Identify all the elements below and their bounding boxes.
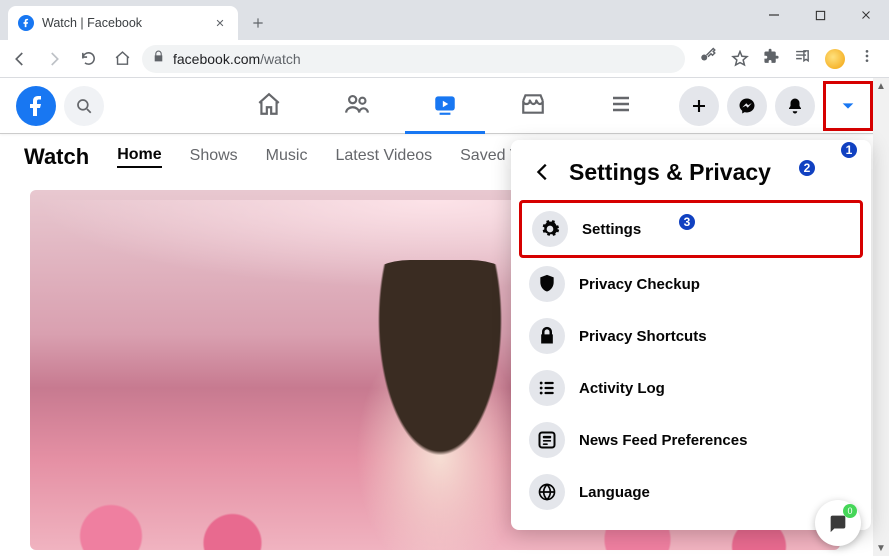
facebook-right-actions: [679, 81, 873, 131]
reload-button[interactable]: [74, 45, 102, 73]
facebook-favicon: [18, 15, 34, 31]
settings-privacy-panel: Settings & Privacy Settings Privacy Chec…: [511, 140, 871, 530]
extensions-icon[interactable]: [763, 48, 780, 70]
menu-item-language[interactable]: Language: [519, 466, 863, 518]
scroll-up-icon[interactable]: ▲: [876, 78, 886, 94]
nav-watch-icon[interactable]: [405, 78, 485, 134]
gear-icon: [532, 211, 568, 247]
menu-item-privacy-checkup[interactable]: Privacy Checkup: [519, 258, 863, 310]
facebook-header: [0, 78, 889, 134]
browser-tab[interactable]: Watch | Facebook: [8, 6, 238, 40]
lock-icon: [529, 318, 565, 354]
panel-back-button[interactable]: [529, 158, 557, 186]
address-bar[interactable]: facebook.com/watch: [142, 45, 685, 73]
home-button[interactable]: [108, 45, 136, 73]
scroll-down-icon[interactable]: ▼: [876, 540, 886, 556]
watch-tab-latest[interactable]: Latest Videos: [335, 147, 432, 167]
lock-icon: [152, 50, 165, 68]
facebook-logo[interactable]: [16, 86, 56, 126]
menu-item-label: News Feed Preferences: [579, 432, 747, 449]
feed-icon: [529, 422, 565, 458]
watch-tab-shows[interactable]: Shows: [190, 147, 238, 167]
window-controls: [751, 0, 889, 40]
browser-toolbar: facebook.com/watch: [0, 40, 889, 78]
close-icon[interactable]: [212, 15, 228, 31]
watch-tab-home[interactable]: Home: [117, 146, 161, 168]
maximize-button[interactable]: [797, 0, 843, 30]
key-icon[interactable]: [699, 47, 717, 70]
menu-item-label: Privacy Shortcuts: [579, 328, 707, 345]
forward-button[interactable]: [40, 45, 68, 73]
callout-badge-2: 2: [797, 158, 817, 178]
notifications-button[interactable]: [775, 86, 815, 126]
menu-item-privacy-shortcuts[interactable]: Privacy Shortcuts: [519, 310, 863, 362]
close-window-button[interactable]: [843, 0, 889, 30]
watch-title: Watch: [24, 144, 89, 170]
menu-item-activity-log[interactable]: Activity Log: [519, 362, 863, 414]
chat-bubble[interactable]: 0: [815, 500, 861, 546]
back-button[interactable]: [6, 45, 34, 73]
new-tab-button[interactable]: [244, 9, 272, 37]
facebook-center-nav: [229, 78, 661, 134]
menu-item-label: Privacy Checkup: [579, 276, 700, 293]
url-text: facebook.com/watch: [173, 51, 301, 67]
watch-tab-music[interactable]: Music: [266, 147, 308, 167]
tab-title: Watch | Facebook: [42, 16, 204, 30]
nav-marketplace-icon[interactable]: [493, 78, 573, 134]
list-icon: [529, 370, 565, 406]
messenger-button[interactable]: [727, 86, 767, 126]
nav-home-icon[interactable]: [229, 78, 309, 134]
nav-friends-icon[interactable]: [317, 78, 397, 134]
panel-title: Settings & Privacy: [569, 159, 771, 186]
menu-item-label: Settings: [582, 221, 641, 238]
extension-yellow-icon[interactable]: [825, 49, 845, 69]
menu-item-label: Activity Log: [579, 380, 665, 397]
reading-list-icon[interactable]: [794, 48, 811, 70]
vertical-scrollbar[interactable]: ▲ ▼: [873, 78, 889, 556]
account-menu-highlight: [823, 81, 873, 131]
chrome-menu-icon[interactable]: [859, 48, 875, 69]
globe-icon: [529, 474, 565, 510]
menu-item-news-feed-prefs[interactable]: News Feed Preferences: [519, 414, 863, 466]
lock-shield-icon: [529, 266, 565, 302]
minimize-button[interactable]: [751, 0, 797, 30]
callout-badge-3: 3: [677, 212, 697, 232]
callout-badge-1: 1: [839, 140, 859, 160]
bookmark-icon[interactable]: [731, 50, 749, 68]
search-button[interactable]: [64, 86, 104, 126]
account-menu-button[interactable]: [828, 86, 868, 126]
nav-hamburger-icon[interactable]: [581, 78, 661, 134]
chat-badge: 0: [843, 504, 857, 518]
menu-item-label: Language: [579, 484, 650, 501]
create-button[interactable]: [679, 86, 719, 126]
browser-titlebar: Watch | Facebook: [0, 0, 889, 40]
toolbar-actions: [691, 47, 883, 70]
